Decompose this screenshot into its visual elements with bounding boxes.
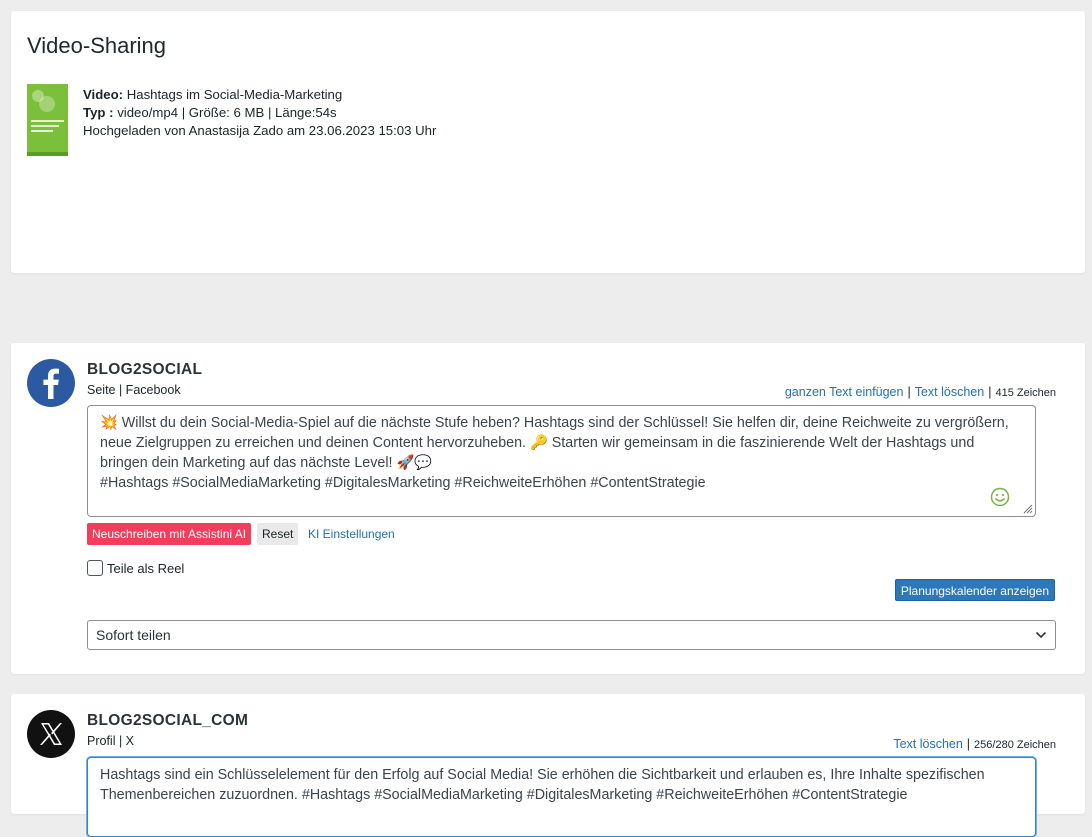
upload-info: Hochgeladen von Anastasija Zado am 23.06…: [83, 123, 437, 138]
x-account-card: BLOG2SOCIAL_COM Profil | X Text löschen |…: [11, 694, 1085, 837]
type-label: Typ :: [83, 105, 114, 120]
reset-button[interactable]: Reset: [257, 523, 299, 545]
schedule-select-value: Sofort teilen: [96, 627, 171, 643]
x-text-tools: Text löschen | 256/280 Zeichen: [893, 737, 1056, 751]
chevron-down-icon: [1035, 631, 1047, 639]
emoji-picker-icon[interactable]: [990, 487, 1010, 507]
checkbox-box[interactable]: [87, 560, 103, 576]
facebook-text-tools: ganzen Text einfügen | Text löschen | 415 Ze…: [784, 385, 1056, 399]
video-label: Video:: [83, 87, 124, 102]
schedule-select[interactable]: Sofort teilen: [87, 620, 1056, 650]
post-text-line1: 💥 Willst du dein Social-Media-Spiel auf …: [100, 415, 1009, 471]
insert-full-text-link[interactable]: ganzen Text einfügen: [785, 385, 904, 399]
video-meta: Video: Hashtags im Social-Media-Marketin…: [83, 86, 436, 140]
delete-text-link[interactable]: Text löschen: [893, 737, 962, 751]
delete-text-link[interactable]: Text löschen: [915, 385, 984, 399]
facebook-account-name: BLOG2SOCIAL: [87, 361, 203, 378]
x-logo-icon: [27, 710, 75, 758]
x-account-name: BLOG2SOCIAL_COM: [87, 712, 249, 729]
resize-handle-icon[interactable]: [1021, 502, 1033, 514]
page-title: Video-Sharing: [27, 33, 167, 58]
char-count: 256/280 Zeichen: [974, 739, 1056, 751]
ki-settings-link[interactable]: KI Einstellungen: [308, 527, 395, 541]
facebook-account-card: BLOG2SOCIAL Seite | Facebook ganzen Text…: [11, 343, 1085, 674]
post-text-hashtags: #Hashtags #SocialMediaMarketing #Digital…: [100, 475, 706, 491]
rewrite-ai-button[interactable]: Neuschreiben mit Assistini AI: [87, 523, 252, 545]
show-calendar-button[interactable]: Planungskalender anzeigen: [894, 579, 1055, 601]
facebook-icon: [27, 359, 75, 407]
x-post-text: Hashtags sind ein Schlüsselelement für d…: [100, 767, 985, 803]
facebook-post-editor[interactable]: 💥 Willst du dein Social-Media-Spiel auf …: [87, 405, 1036, 517]
x-post-editor[interactable]: Hashtags sind ein Schlüsselelement für d…: [87, 757, 1036, 837]
type-value: video/mp4 | Größe: 6 MB | Länge:54s: [117, 105, 337, 120]
video-thumbnail[interactable]: [27, 84, 68, 156]
reel-label: Teile als Reel: [107, 561, 185, 576]
x-account-type: Profil | X: [87, 734, 135, 748]
facebook-account-type: Seite | Facebook: [87, 383, 181, 397]
video-title: Hashtags im Social-Media-Marketing: [126, 87, 343, 102]
char-count: 415 Zeichen: [995, 387, 1056, 399]
share-as-reel-checkbox[interactable]: Teile als Reel: [87, 560, 184, 576]
video-sharing-card: Video-Sharing Video: Hashtags im Social-…: [11, 11, 1085, 273]
